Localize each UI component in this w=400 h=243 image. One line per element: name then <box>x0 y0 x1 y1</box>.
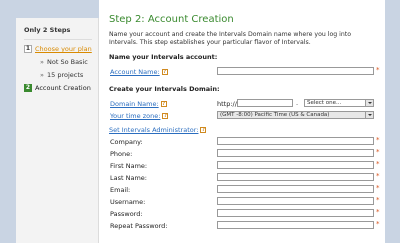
field-row-phone: Phone: * <box>109 148 380 161</box>
field-row-last-name: Last Name: * <box>109 172 380 185</box>
domain-name-row: Domain Name:? http:// . Select one... <box>109 99 377 111</box>
email-input[interactable] <box>217 185 374 193</box>
required-marker: * <box>376 184 380 192</box>
account-name-row: Account Name:? * <box>109 66 380 79</box>
main-content: Step 2: Account Creation Name your accou… <box>99 0 385 243</box>
admin-link[interactable]: Set Intervals Administrator:? <box>109 123 377 134</box>
sidebar-sub-projects: 15 projects <box>40 71 92 79</box>
account-name-label[interactable]: Account Name:? <box>110 68 168 76</box>
section-domain-heading: Create your Intervals Domain: <box>109 85 220 93</box>
username-label: Username: <box>110 198 146 206</box>
page-title: Step 2: Account Creation <box>109 14 234 25</box>
last-name-input[interactable] <box>217 173 374 181</box>
domain-suffix-select[interactable]: Select one... <box>304 99 374 107</box>
email-label: Email: <box>110 186 131 194</box>
sidebar-heading: Only 2 Steps <box>24 26 92 40</box>
info-icon[interactable]: ? <box>161 69 168 75</box>
required-marker: * <box>376 208 380 216</box>
sidebar-step-2-label: Account Creation <box>35 84 91 92</box>
domain-prefix: http:// <box>217 100 237 108</box>
field-row-company: Company: * <box>109 136 380 149</box>
time-zone-label[interactable]: Your time zone:? <box>110 112 169 120</box>
step-number-1: 1 <box>24 45 32 53</box>
required-marker: * <box>376 148 380 156</box>
step-number-2: 2 <box>24 84 32 92</box>
domain-dot: . <box>296 99 299 107</box>
required-marker: * <box>376 66 380 74</box>
account-name-input[interactable] <box>217 67 374 75</box>
intro-text: Name your account and create the Interva… <box>109 31 351 46</box>
last-name-label: Last Name: <box>110 174 147 182</box>
chevron-down-icon <box>365 100 373 106</box>
section-account-heading: Name your Intervals account: <box>109 53 218 61</box>
field-row-first-name: First Name: * <box>109 160 380 173</box>
domain-name-input[interactable] <box>237 99 293 107</box>
field-row-email: Email: * <box>109 184 380 197</box>
repeat-password-label: Repeat Password: <box>110 222 168 230</box>
required-marker: * <box>376 196 380 204</box>
domain-name-label[interactable]: Domain Name:? <box>110 100 167 108</box>
time-zone-select[interactable]: (GMT -8:00) Pacific Time (US & Canada) <box>217 111 374 119</box>
phone-label: Phone: <box>110 150 133 158</box>
username-input[interactable] <box>217 197 374 205</box>
time-zone-row: Your time zone:? (GMT -8:00) Pacific Tim… <box>109 111 377 123</box>
password-label: Password: <box>110 210 143 218</box>
chevron-down-icon <box>365 112 373 118</box>
choose-plan-link[interactable]: Choose your plan <box>35 45 92 53</box>
field-row-username: Username: * <box>109 196 380 209</box>
field-row-repeat-password: Repeat Password: * <box>109 220 380 233</box>
repeat-password-input[interactable] <box>217 221 374 229</box>
phone-input[interactable] <box>217 149 374 157</box>
required-marker: * <box>376 160 380 168</box>
required-marker: * <box>376 136 380 144</box>
info-icon[interactable]: ? <box>200 127 207 133</box>
info-icon[interactable]: ? <box>162 113 169 119</box>
password-input[interactable] <box>217 209 374 217</box>
info-icon[interactable]: ? <box>160 101 167 107</box>
sidebar: Only 2 Steps 1 Choose your plan Not So B… <box>16 18 99 243</box>
first-name-input[interactable] <box>217 161 374 169</box>
sidebar-step-1[interactable]: 1 Choose your plan <box>24 45 92 53</box>
required-marker: * <box>376 220 380 228</box>
company-input[interactable] <box>217 137 374 145</box>
field-row-password: Password: * <box>109 208 380 221</box>
sidebar-sub-plan: Not So Basic <box>40 58 92 66</box>
required-marker: * <box>376 172 380 180</box>
company-label: Company: <box>110 138 143 146</box>
first-name-label: First Name: <box>110 162 148 170</box>
sidebar-step-2: 2 Account Creation <box>24 84 92 92</box>
